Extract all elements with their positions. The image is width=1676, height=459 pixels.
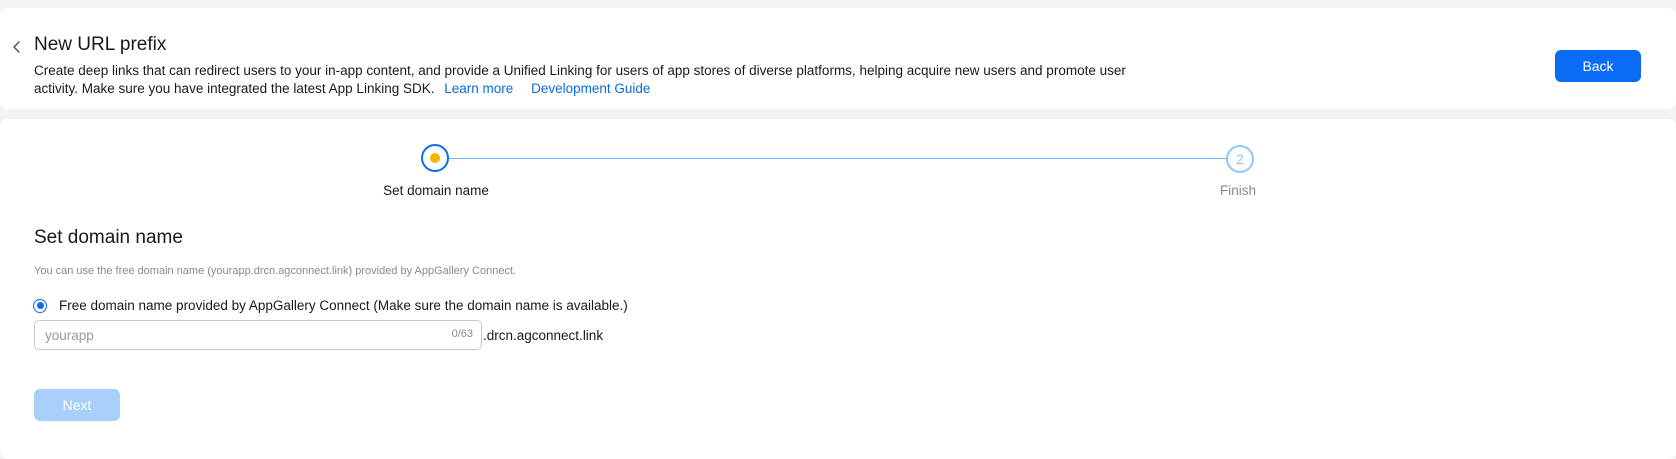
page-title: New URL prefix — [34, 34, 167, 55]
step-2-indicator: 2 — [1226, 145, 1254, 173]
step-1-label: Set domain name — [383, 183, 489, 198]
character-counter: 0/63 — [451, 328, 473, 340]
chevron-left-icon[interactable] — [8, 38, 26, 56]
step-1-active-dot — [430, 153, 440, 163]
domain-name-input[interactable] — [45, 321, 425, 349]
step-connector-line — [449, 158, 1227, 159]
radio-label: Free domain name provided by AppGallery … — [59, 298, 628, 313]
domain-input-container: 0/63 — [34, 320, 482, 350]
radio-selected-dot — [36, 302, 44, 309]
learn-more-link[interactable]: Learn more — [444, 81, 513, 96]
step-1-indicator — [421, 144, 449, 172]
main-card — [0, 119, 1676, 459]
development-guide-link[interactable]: Development Guide — [531, 81, 650, 96]
back-button[interactable]: Back — [1555, 50, 1641, 82]
step-2-label: Finish — [1219, 183, 1256, 198]
next-button[interactable]: Next — [34, 389, 120, 421]
radio-button[interactable] — [33, 298, 47, 313]
section-hint: You can use the free domain name (yourap… — [34, 265, 517, 277]
section-title: Set domain name — [34, 227, 183, 248]
page-header: New URL prefix Create deep links that ca… — [0, 8, 1676, 109]
domain-suffix: .drcn.agconnect.link — [483, 328, 604, 343]
free-domain-radio-option[interactable]: Free domain name provided by AppGallery … — [33, 298, 628, 313]
page-description: Create deep links that can redirect user… — [34, 62, 1164, 98]
